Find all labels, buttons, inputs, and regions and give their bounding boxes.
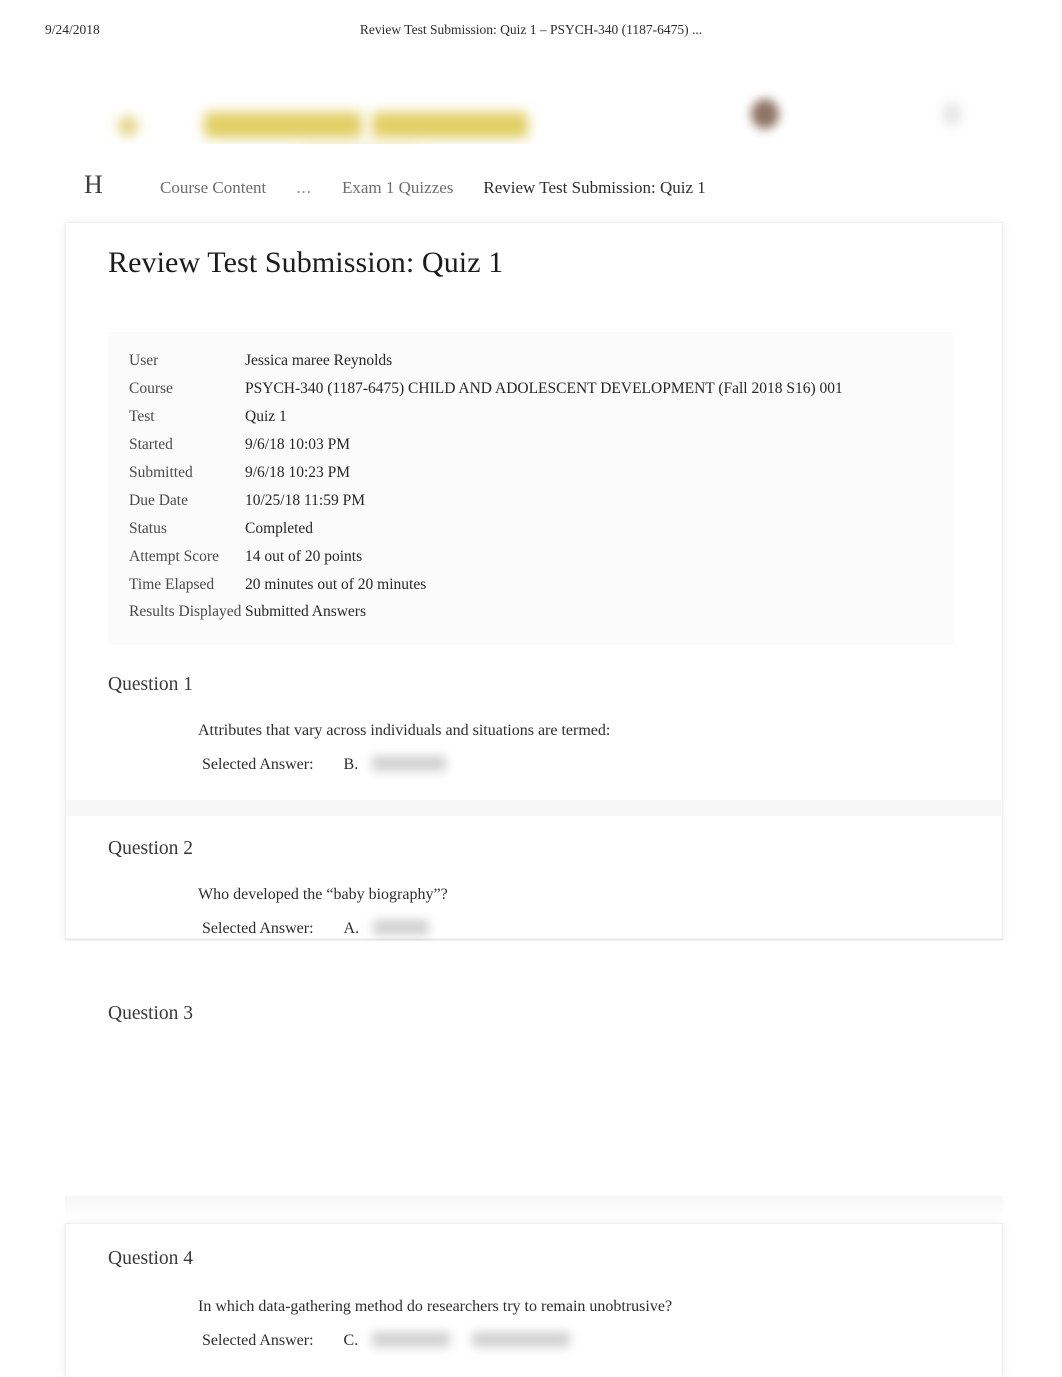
status-badge: Completed [245, 519, 314, 537]
redacted-answer-text-2 [472, 1332, 571, 1347]
breadcrumb-item-exam-1-quizzes[interactable]: Exam 1 Quizzes [342, 178, 453, 198]
selected-answer-row: Selected Answer: A. [202, 918, 430, 938]
info-row-course: Course PSYCH-340 (1187-6475) CHILD AND A… [108, 376, 953, 404]
info-label: Status [129, 519, 167, 537]
info-value-test: Quiz 1 [245, 407, 287, 425]
info-value-submitted: 9/6/18 10:23 PM [245, 463, 351, 481]
info-label: Results Displayed [129, 603, 242, 621]
page-title: Review Test Submission: Quiz 1 [108, 246, 504, 279]
redacted-answer-text [372, 756, 447, 771]
info-value-attempt-score: 14 out of 20 points [245, 547, 363, 565]
info-row-started: Started 9/6/18 10:03 PM [108, 432, 953, 460]
breadcrumb-ellipsis[interactable]: ... [296, 178, 312, 198]
selected-answer-letter: B. [343, 756, 359, 773]
info-value-started: 9/6/18 10:03 PM [245, 435, 351, 453]
breadcrumb-items: Course Content ... Exam 1 Quizzes Review… [160, 178, 706, 198]
selected-answer-letter: C. [343, 1332, 359, 1349]
info-value-due-date: 10/25/18 11:59 PM [245, 491, 365, 509]
info-label: Submitted [129, 463, 193, 481]
info-label: User [129, 352, 159, 369]
page-break-shadow-bottom [65, 1196, 1003, 1218]
info-label: Attempt Score [129, 547, 219, 565]
question-heading: Question 3 [108, 1003, 194, 1024]
info-row-attempt-score: Attempt Score 14 out of 20 points [108, 544, 953, 572]
info-row-submitted: Submitted 9/6/18 10:23 PM [108, 460, 953, 488]
info-label: Time Elapsed [129, 575, 215, 593]
breadcrumb: H Course Content ... Exam 1 Quizzes Revi… [0, 170, 1062, 212]
info-label: Test [129, 407, 155, 425]
info-value-course: PSYCH-340 (1187-6475) CHILD AND ADOLESCE… [245, 379, 843, 397]
redacted-answer-text [373, 920, 430, 935]
question-heading: Question 4 [108, 1248, 194, 1269]
info-row-status: Status Completed [108, 516, 953, 544]
selected-answer-letter: A. [343, 920, 360, 937]
info-row-test: Test Quiz 1 [108, 404, 953, 432]
info-label: Course [129, 379, 173, 397]
printed-quiz-review-page: 9/24/2018 Review Test Submission: Quiz 1… [0, 0, 1062, 1377]
print-page-title: Review Test Submission: Quiz 1 – PSYCH-3… [359, 22, 703, 37]
question-text: Attributes that vary across individuals … [198, 722, 611, 739]
institution-name-part-1 [204, 112, 362, 138]
info-value-results-displayed: Submitted Answers [245, 603, 366, 621]
info-row-time-elapsed: Time Elapsed 20 minutes out of 20 minute… [108, 572, 953, 600]
info-row-user: User Jessica maree Reynolds [108, 348, 953, 376]
question-heading: Question 2 [108, 838, 194, 859]
institution-name-part-2 [372, 112, 528, 138]
question-text: Who developed the “baby biography”? [198, 886, 448, 903]
question-separator [66, 800, 1002, 816]
print-header: 9/24/2018 Review Test Submission: Quiz 1… [0, 22, 1062, 44]
submission-info-table: User Jessica maree Reynolds Course PSYCH… [108, 332, 953, 646]
selected-answer-label: Selected Answer: [202, 756, 314, 773]
page-break-gap [0, 941, 1062, 1223]
selected-answer-row: Selected Answer: B. [202, 754, 447, 774]
institution-logo-icon [118, 116, 138, 136]
user-avatar[interactable] [751, 99, 779, 129]
info-label: Started [129, 435, 173, 453]
selected-answer-label: Selected Answer: [202, 1332, 314, 1349]
breadcrumb-item-current: Review Test Submission: Quiz 1 [483, 178, 706, 197]
breadcrumb-home-link[interactable]: H [84, 170, 103, 200]
redacted-answer-text [372, 1332, 451, 1347]
info-row-results-displayed: Results Displayed Submitted Answers [108, 599, 953, 627]
selected-answer-row: Selected Answer: C. [202, 1330, 571, 1350]
info-row-due-date: Due Date 10/25/18 11:59 PM [108, 488, 953, 516]
selected-answer-label: Selected Answer: [202, 920, 314, 937]
info-value-user: Jessica maree Reynolds [245, 352, 393, 369]
question-text: In which data-gathering method do resear… [198, 1298, 673, 1315]
site-brand-header [0, 48, 1062, 144]
info-value-time-elapsed: 20 minutes out of 20 minutes [245, 575, 427, 593]
header-menu-icon[interactable] [943, 103, 961, 125]
info-label: Due Date [129, 491, 188, 509]
breadcrumb-item-course-content[interactable]: Course Content [160, 178, 266, 198]
question-heading: Question 1 [108, 674, 194, 695]
